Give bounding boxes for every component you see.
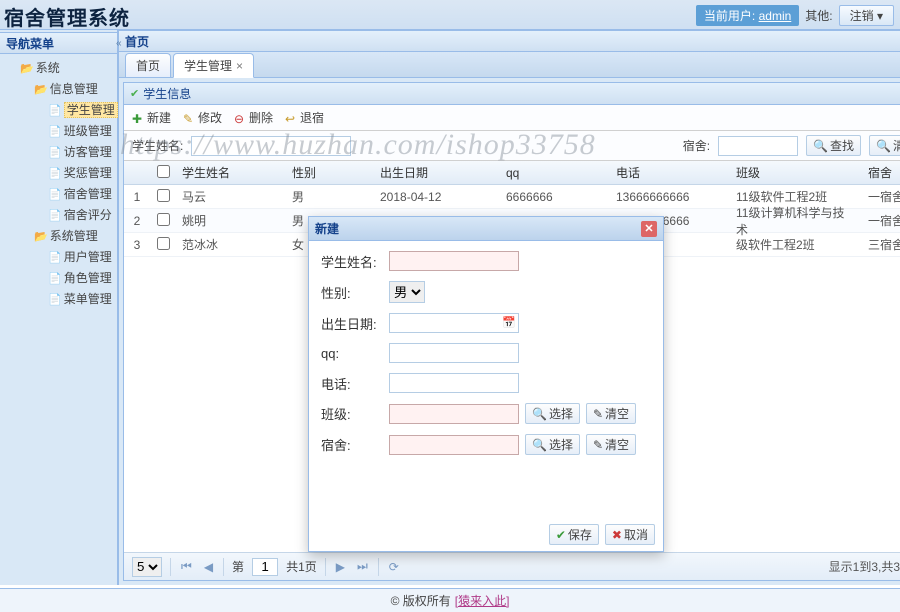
panel-header: 学生信息 ▴ — [124, 83, 900, 105]
sidebar: 导航菜单 系统 信息管理 学生管理 班级管理 访客管理 奖惩管理 宿舍管理 宿舍… — [0, 30, 118, 585]
tree-sys-mgmt[interactable]: 系统管理 用户管理 角色管理 菜单管理 — [34, 226, 115, 310]
first-page-button[interactable]: ⏮ — [179, 559, 194, 574]
close-icon[interactable]: × — [236, 59, 243, 73]
tree-info-mgmt[interactable]: 信息管理 学生管理 班级管理 访客管理 奖惩管理 宿舍管理 宿舍评分 — [34, 79, 115, 226]
footer-link[interactable]: [猿来入此] — [455, 592, 510, 609]
search-name-input[interactable] — [191, 136, 351, 156]
search-name-label: 学生姓名: — [132, 137, 183, 154]
nav-tree: 系统 信息管理 学生管理 班级管理 访客管理 奖惩管理 宿舍管理 宿舍评分 — [0, 54, 117, 314]
dlg-dorm-select-button[interactable]: 🔍选择 — [525, 434, 580, 455]
undo-icon: ↩ — [285, 112, 297, 124]
dlg-cancel-button[interactable]: ✖取消 — [605, 524, 655, 545]
prev-page-button[interactable]: ◀ — [202, 560, 215, 574]
sidebar-collapser[interactable]: « — [118, 30, 119, 585]
edit-button[interactable]: ✎修改 — [183, 109, 222, 126]
pagesize-select[interactable]: 5 — [132, 557, 162, 577]
dlg-dorm-input[interactable] — [389, 435, 519, 455]
dialog-close-button[interactable]: ✕ — [641, 221, 657, 237]
search-bar: 学生姓名: 宿舍: 🔍查找 🔍清空 — [124, 131, 900, 161]
dlg-dob-input[interactable] — [389, 313, 519, 333]
footer: © 版权所有 [猿来入此] — [0, 588, 900, 612]
dlg-name-input[interactable] — [389, 251, 519, 271]
calendar-icon[interactable]: 📅 — [502, 316, 516, 329]
dlg-class-clear-button[interactable]: ✎清空 — [586, 403, 636, 424]
search-icon: 🔍 — [813, 139, 828, 153]
logout-button[interactable]: 注销 ▾ — [839, 5, 894, 26]
dlg-save-button[interactable]: ✔保存 — [549, 524, 599, 545]
main-title: 首页 — [119, 30, 900, 52]
check-icon — [130, 82, 139, 105]
toolbar: ✚新建 ✎修改 ⊖删除 ↩退宿 — [124, 105, 900, 131]
topbar: 宿舍管理系统 当前用户: admin 其他: 注销 ▾ — [0, 0, 900, 30]
tree-menu-mgmt[interactable]: 菜单管理 — [48, 289, 115, 310]
tree-dorm-score[interactable]: 宿舍评分 — [48, 205, 115, 226]
tree-dorm-mgmt[interactable]: 宿舍管理 — [48, 184, 115, 205]
brush-icon: ✎ — [593, 407, 603, 421]
search-dorm-label: 宿舍: — [683, 137, 710, 154]
select-all-checkbox[interactable] — [157, 165, 170, 178]
search-clear-button[interactable]: 🔍清空 — [869, 135, 900, 156]
last-page-button[interactable]: ⏭ — [355, 559, 370, 574]
app-logo: 宿舍管理系统 — [4, 2, 130, 31]
dialog-title-bar[interactable]: 新建 ✕ — [309, 217, 663, 241]
row-checkbox[interactable] — [157, 237, 170, 250]
search-icon: 🔍 — [532, 407, 547, 421]
search-find-button[interactable]: 🔍查找 — [806, 135, 861, 156]
current-user-box: 当前用户: admin — [696, 5, 799, 26]
tree-system[interactable]: 系统 信息管理 学生管理 班级管理 访客管理 奖惩管理 宿舍管理 宿舍评分 — [20, 58, 115, 310]
delete-button[interactable]: ⊖删除 — [234, 109, 273, 126]
pencil-icon: ✎ — [183, 112, 195, 124]
minus-icon: ⊖ — [234, 112, 246, 124]
page-input[interactable] — [252, 558, 278, 576]
tree-visit-mgmt[interactable]: 访客管理 — [48, 142, 115, 163]
dlg-gender-select[interactable]: 男 — [389, 281, 425, 303]
pager-info: 显示1到3,共3记录 — [829, 558, 900, 575]
search-icon: 🔍 — [876, 139, 891, 153]
pager: 5 ⏮ ◀ 第 共1页 ▶ ⏭ ⟳ 显示1到3,共3记录 — [124, 552, 900, 580]
brush-icon: ✎ — [593, 438, 603, 452]
topbar-right: 当前用户: admin 其他: 注销 ▾ — [696, 0, 894, 30]
add-button[interactable]: ✚新建 — [132, 109, 171, 126]
dlg-qq-input[interactable] — [389, 343, 519, 363]
tab-home[interactable]: 首页 — [125, 53, 171, 77]
new-dialog: 新建 ✕ 学生姓名: 性别:男 出生日期:📅 qq: 电话: 班级: 🔍选择 ✎… — [308, 216, 664, 552]
tree-student-mgmt[interactable]: 学生管理 — [48, 100, 115, 121]
back-button[interactable]: ↩退宿 — [285, 109, 324, 126]
search-dorm-input[interactable] — [718, 136, 798, 156]
dlg-dorm-clear-button[interactable]: ✎清空 — [586, 434, 636, 455]
tree-class-mgmt[interactable]: 班级管理 — [48, 121, 115, 142]
tree-role-mgmt[interactable]: 角色管理 — [48, 268, 115, 289]
check-icon: ✔ — [556, 528, 566, 542]
current-user-link[interactable]: admin — [759, 9, 792, 23]
row-checkbox[interactable] — [157, 213, 170, 226]
plus-icon: ✚ — [132, 112, 144, 124]
tree-award-mgmt[interactable]: 奖惩管理 — [48, 163, 115, 184]
next-page-button[interactable]: ▶ — [334, 560, 347, 574]
refresh-button[interactable]: ⟳ — [387, 560, 401, 574]
cross-icon: ✖ — [612, 528, 622, 542]
sidebar-title: 导航菜单 — [0, 32, 117, 54]
dlg-class-select-button[interactable]: 🔍选择 — [525, 403, 580, 424]
tree-user-mgmt[interactable]: 用户管理 — [48, 247, 115, 268]
tab-strip: 首页 学生管理× — [119, 52, 900, 78]
tab-student-mgmt[interactable]: 学生管理× — [173, 53, 254, 78]
row-checkbox[interactable] — [157, 189, 170, 202]
dlg-class-input[interactable] — [389, 404, 519, 424]
other-label: 其他: — [805, 7, 832, 24]
grid-header: 学生姓名 性别 出生日期 qq 电话 班级 宿舍 — [124, 161, 900, 185]
search-icon: 🔍 — [532, 438, 547, 452]
dlg-phone-input[interactable] — [389, 373, 519, 393]
